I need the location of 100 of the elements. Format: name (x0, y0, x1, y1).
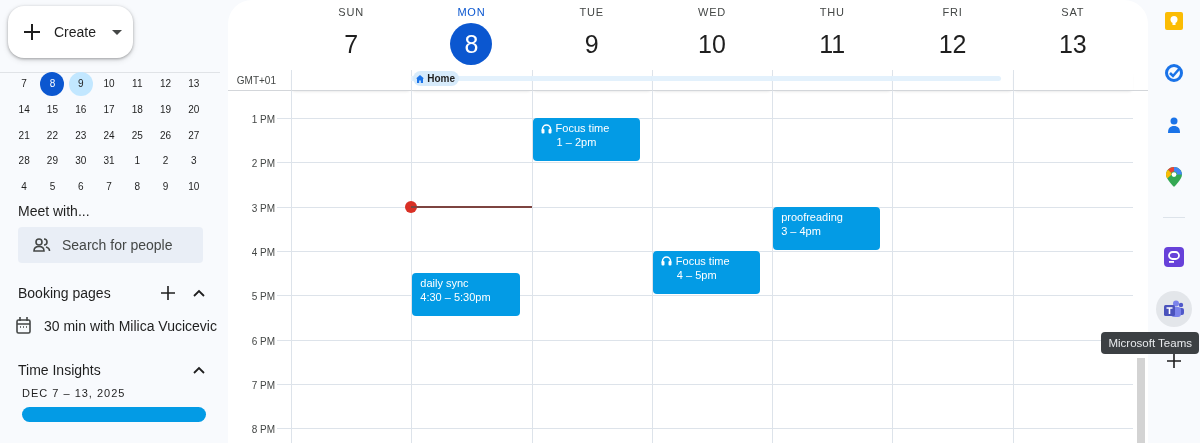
caret-icon (112, 29, 123, 35)
section-title: Meet with... (18, 203, 91, 220)
event-title: daily sync (420, 276, 469, 291)
mini-calendar-day[interactable]: 12 (153, 71, 178, 96)
mini-calendar-day[interactable]: 7 (12, 71, 37, 96)
date-number[interactable]: 8 (450, 23, 493, 65)
mini-calendar-day[interactable]: 5 (40, 174, 65, 199)
tooltip: Microsoft Teams (1101, 332, 1199, 354)
weekday-label: FRI (942, 6, 963, 20)
mini-calendar-day[interactable]: 1 (125, 148, 150, 173)
mini-calendar-day[interactable]: 13 (181, 71, 206, 96)
date-number[interactable]: 10 (691, 23, 733, 65)
side-panel-app-button[interactable] (1156, 291, 1192, 327)
people-icon (33, 238, 51, 253)
mini-calendar-day[interactable]: 10 (97, 71, 121, 96)
chevron-up-icon[interactable] (193, 366, 205, 375)
all-day-cell[interactable] (531, 70, 652, 91)
mini-calendar-day[interactable]: 21 (12, 123, 37, 148)
mini-calendar-day[interactable]: 20 (181, 97, 206, 122)
mini-calendar-day[interactable]: 17 (97, 97, 121, 122)
mini-calendar-day[interactable]: 25 (125, 123, 150, 148)
mini-calendar-day[interactable]: 18 (125, 97, 150, 122)
weekday-label: TUE (579, 6, 604, 20)
create-button[interactable]: Create (8, 6, 133, 58)
search-field[interactable]: Search for people (18, 227, 203, 264)
date-number[interactable]: 7 (330, 23, 373, 65)
event-title: Focus time (675, 253, 730, 268)
mini-calendar-day[interactable]: 29 (40, 148, 65, 173)
hour-label: 4 PM (251, 246, 275, 258)
all-day-cell[interactable]: Home (411, 70, 532, 91)
mini-calendar-day[interactable]: 23 (68, 123, 93, 148)
all-day-cell[interactable] (772, 70, 893, 91)
mini-calendar-day[interactable]: 8 (125, 174, 150, 199)
mini-calendar-day[interactable]: 9 (153, 174, 178, 199)
event-time: 1 – 2pm (555, 135, 598, 149)
hour-label: 7 PM (251, 379, 275, 391)
event-time: 4 – 5pm (675, 267, 718, 282)
all-day-cell[interactable] (291, 70, 412, 91)
plus-icon (24, 24, 40, 40)
mini-calendar-day[interactable]: 19 (153, 97, 178, 122)
hour-label: 1 PM (251, 113, 275, 125)
headphones-icon (660, 255, 672, 267)
event-title: proofreading (781, 209, 843, 224)
hour-label: 5 PM (251, 290, 275, 302)
hour-label: 8 PM (251, 423, 275, 435)
map-pin-icon (1166, 167, 1182, 187)
date-number[interactable]: 9 (570, 23, 613, 65)
weekday-label: THU (819, 6, 845, 20)
mini-calendar-day[interactable]: 31 (97, 148, 121, 173)
section-title: Time Insights (18, 362, 102, 379)
all-day-cell[interactable] (892, 70, 1013, 91)
plus-icon[interactable] (161, 286, 175, 301)
mini-calendar-day[interactable]: 4 (12, 174, 37, 199)
mini-calendar-day[interactable]: 26 (153, 123, 178, 148)
section-title: Booking pages (18, 285, 112, 302)
mini-calendar-day[interactable]: 6 (68, 174, 93, 199)
chat-app-icon (1164, 247, 1184, 267)
date-number[interactable]: 11 (811, 23, 854, 65)
mini-calendar-day[interactable]: 11 (125, 71, 150, 96)
weekday-label: SAT (1061, 6, 1085, 20)
all-day-cell[interactable] (651, 70, 773, 91)
working-location-chip[interactable]: Home (413, 71, 460, 86)
hour-label: 6 PM (251, 335, 275, 346)
date-number[interactable]: 12 (931, 23, 974, 65)
booking-page-link[interactable]: 30 min with Milica Vucicevic (44, 317, 217, 334)
mini-calendar-day[interactable]: 14 (12, 97, 37, 122)
mini-calendar-day[interactable]: 16 (68, 97, 93, 122)
mini-calendar-day[interactable]: 8 (40, 71, 65, 96)
date-range: DEC 7 – 13, 2025 (22, 387, 127, 400)
event-time: 3 – 4pm (781, 223, 822, 238)
hour-label: 3 PM (251, 202, 275, 214)
all-day-cell[interactable] (1012, 70, 1133, 91)
mini-calendar-day[interactable]: 9 (68, 71, 93, 96)
scrollbar-thumb[interactable] (1137, 358, 1145, 443)
weekday-label: SUN (338, 6, 364, 20)
check-circle-icon (1164, 63, 1184, 83)
home-icon (416, 74, 425, 83)
mini-calendar-day[interactable]: 24 (97, 123, 121, 148)
timezone-label: GMT+01 (236, 75, 276, 86)
chevron-up-icon[interactable] (193, 289, 205, 298)
person-icon (1166, 116, 1182, 134)
mini-calendar-day[interactable]: 3 (181, 148, 206, 173)
mini-calendar-day[interactable]: 7 (97, 174, 121, 199)
mini-calendar-day[interactable]: 2 (153, 148, 178, 173)
mini-calendar-day[interactable]: 28 (12, 148, 37, 173)
weekday-label: MON (457, 6, 486, 20)
headphones-icon (540, 122, 552, 134)
mini-calendar-day[interactable]: 27 (181, 123, 206, 148)
date-number[interactable]: 13 (1051, 23, 1094, 65)
event-title: Focus time (555, 121, 610, 135)
event-time: 4:30 – 5:30pm (420, 290, 492, 305)
plus-icon (1167, 354, 1181, 368)
mini-calendar-day[interactable]: 10 (181, 174, 206, 199)
hour-label: 2 PM (251, 157, 275, 169)
mini-calendar-day[interactable]: 15 (40, 97, 65, 122)
lightbulb-icon (1165, 12, 1183, 30)
mini-calendar-day[interactable]: 30 (68, 148, 93, 173)
calendar-icon (16, 317, 31, 335)
weekday-label: WED (697, 6, 727, 20)
mini-calendar-day[interactable]: 22 (40, 123, 65, 148)
